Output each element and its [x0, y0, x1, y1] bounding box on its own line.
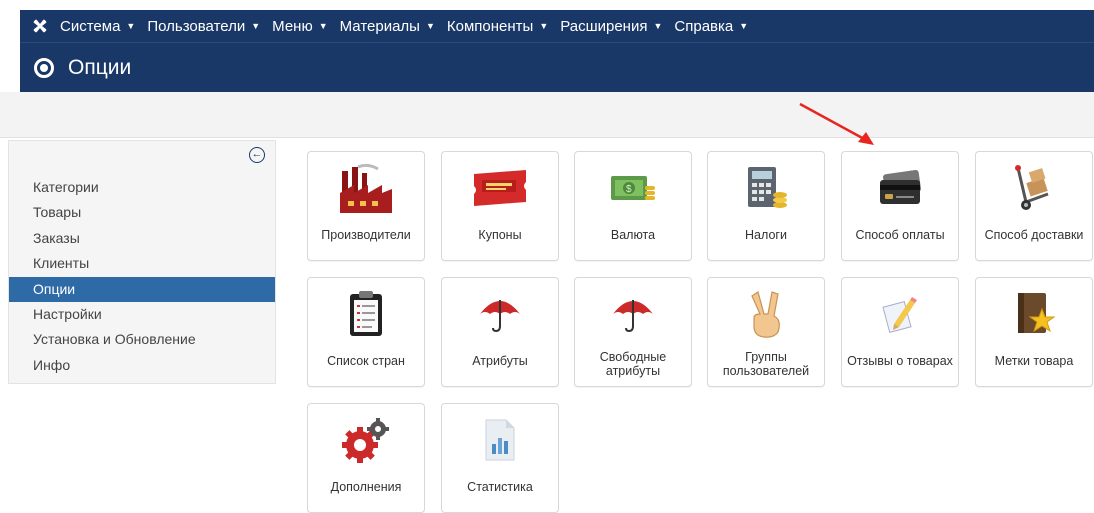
menu-menus[interactable]: Меню ▼	[272, 18, 327, 35]
tile-delivery-method[interactable]: Способ доставки	[975, 151, 1093, 261]
credit-card-icon	[842, 162, 958, 214]
menu-components[interactable]: Компоненты ▼	[447, 18, 548, 35]
tile-attributes[interactable]: Атрибуты	[441, 277, 559, 387]
page-header: Опции	[20, 42, 1094, 92]
menu-extensions[interactable]: Расширения ▼	[560, 18, 662, 35]
arrow-left-circle-icon[interactable]: ←	[249, 147, 265, 163]
tile-free-attributes[interactable]: Свободные атрибуты	[574, 277, 692, 387]
joomla-logo-icon[interactable]	[20, 17, 60, 35]
sidebar-item-orders[interactable]: Заказы	[9, 226, 275, 251]
menu-label: Система	[60, 17, 121, 35]
factory-icon	[308, 162, 424, 214]
sidebar-item-categories[interactable]: Категории	[9, 175, 275, 200]
sidebar-item-products[interactable]: Товары	[9, 200, 275, 225]
tile-label: Отзывы о товарах	[847, 354, 953, 368]
tile-payment-method[interactable]: Способ оплаты	[841, 151, 959, 261]
tile-product-reviews[interactable]: Отзывы о товарах	[841, 277, 959, 387]
caret-down-icon: ▼	[653, 21, 663, 31]
tile-label: Атрибуты	[472, 354, 528, 368]
caret-down-icon: ▼	[318, 21, 328, 31]
menu-label: Пользователи	[147, 17, 246, 35]
clipboard-list-icon	[308, 288, 424, 340]
menu-label: Компоненты	[446, 17, 534, 35]
tile-user-groups[interactable]: Группы пользователей	[707, 277, 825, 387]
top-navbar: Система ▼ Пользователи ▼ Меню ▼ Материалы ▼ …	[20, 10, 1094, 42]
caret-down-icon: ▼	[251, 21, 261, 31]
hand-truck-icon	[976, 162, 1092, 214]
money-icon: $	[575, 162, 691, 214]
menu-help[interactable]: Справка ▼	[674, 18, 748, 35]
menu-content[interactable]: Материалы ▼	[340, 18, 435, 35]
coupon-ticket-icon	[442, 162, 558, 214]
umbrella-icon	[442, 288, 558, 340]
tile-label: Дополнения	[330, 480, 402, 494]
gears-icon	[308, 414, 424, 466]
tile-label: Купоны	[478, 228, 522, 242]
tile-label: Список стран	[327, 354, 405, 368]
menu-system[interactable]: Система ▼	[60, 18, 135, 35]
tile-label: Группы пользователей	[722, 350, 810, 378]
svg-text:$: $	[626, 184, 632, 195]
tile-label: Способ доставки	[984, 228, 1084, 242]
menu-label: Справка	[674, 17, 734, 35]
tile-currency[interactable]: $ Валюта	[574, 151, 692, 261]
caret-down-icon: ▼	[539, 21, 549, 31]
tile-product-labels[interactable]: Метки товара	[975, 277, 1093, 387]
pencil-note-icon	[842, 288, 958, 340]
tile-label: Налоги	[745, 228, 787, 242]
sidebar: ← Категории Товары Заказы Клиенты Опции …	[8, 140, 276, 384]
sidebar-item-options[interactable]: Опции	[9, 276, 275, 302]
star-book-icon	[976, 288, 1092, 340]
menu-label: Материалы	[339, 17, 420, 35]
toolbar	[0, 92, 1094, 138]
tile-coupons[interactable]: Купоны	[441, 151, 559, 261]
tile-addons[interactable]: Дополнения	[307, 403, 425, 513]
sidebar-item-info[interactable]: Инфо	[9, 353, 275, 378]
caret-down-icon: ▼	[425, 21, 435, 31]
umbrella-icon	[575, 288, 691, 340]
menu-label: Расширения	[560, 17, 648, 35]
menu-users[interactable]: Пользователи ▼	[147, 18, 260, 35]
tile-statistics[interactable]: Статистика	[441, 403, 559, 513]
page-title: Опции	[68, 55, 132, 79]
calculator-icon	[708, 162, 824, 214]
tile-label: Свободные атрибуты	[599, 350, 667, 378]
sidebar-item-settings[interactable]: Настройки	[9, 302, 275, 327]
target-circle-icon	[34, 57, 54, 78]
chart-document-icon	[442, 414, 558, 466]
caret-down-icon: ▼	[739, 21, 749, 31]
sidebar-item-clients[interactable]: Клиенты	[9, 251, 275, 276]
tile-label: Статистика	[467, 480, 533, 494]
tile-label: Производители	[321, 228, 411, 242]
tile-label: Способ оплаты	[855, 228, 945, 242]
caret-down-icon: ▼	[126, 21, 136, 31]
tile-manufacturers[interactable]: Производители	[307, 151, 425, 261]
victory-hand-icon	[708, 288, 824, 340]
annotation-arrow-icon	[799, 102, 874, 145]
sidebar-item-install-update[interactable]: Установка и Обновление	[9, 327, 275, 352]
tile-country-list[interactable]: Список стран	[307, 277, 425, 387]
menu-label: Меню	[272, 17, 313, 35]
tile-taxes[interactable]: Налоги	[707, 151, 825, 261]
tile-label: Метки товара	[994, 354, 1074, 368]
tile-label: Валюта	[610, 228, 656, 242]
